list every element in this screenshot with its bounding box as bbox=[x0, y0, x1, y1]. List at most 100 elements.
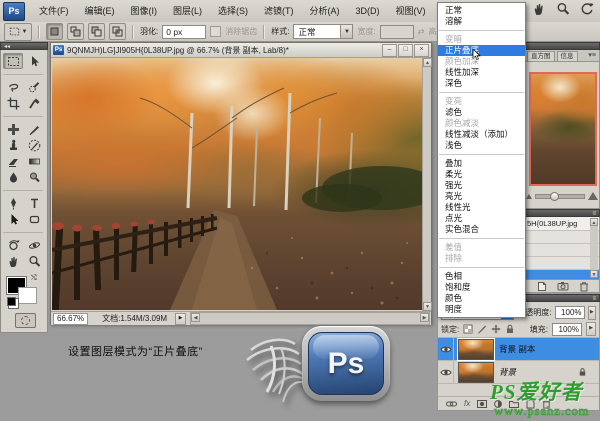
blend-mode-option[interactable]: 正常 bbox=[438, 5, 525, 16]
rotate-view-icon[interactable] bbox=[580, 2, 594, 16]
menubar-item-2[interactable]: 图像(I) bbox=[123, 6, 166, 16]
antialias-checkbox[interactable] bbox=[210, 26, 221, 37]
tool-preset-picker[interactable]: ▼ bbox=[4, 23, 32, 41]
blend-mode-option[interactable]: 强光 bbox=[438, 180, 525, 191]
crop-tool[interactable] bbox=[3, 95, 23, 111]
zoom-slider-track[interactable] bbox=[535, 194, 585, 199]
menubar-item-6[interactable]: 分析(A) bbox=[302, 6, 348, 16]
visibility-eye-icon[interactable] bbox=[438, 361, 454, 383]
layer-thumbnail[interactable] bbox=[458, 362, 494, 383]
3d-orbit-tool[interactable] bbox=[24, 237, 44, 253]
path-select-tool[interactable] bbox=[3, 211, 23, 227]
brush-tool[interactable] bbox=[24, 121, 44, 137]
blend-mode-option[interactable]: 溶解 bbox=[438, 16, 525, 27]
blend-mode-option[interactable]: 线性加深 bbox=[438, 67, 525, 78]
blend-mode-option[interactable]: 正片叠底 bbox=[438, 45, 525, 56]
document-titlebar[interactable]: Ps 9QNMJH)LG]JI905H{0L38UP.jpg @ 66.7% (… bbox=[51, 43, 431, 58]
lock-position-icon[interactable] bbox=[491, 324, 501, 334]
fill-value[interactable]: 100% bbox=[552, 323, 582, 336]
zoom-slider-thumb[interactable] bbox=[550, 192, 559, 201]
zoom-out-mountain-icon[interactable] bbox=[526, 194, 532, 199]
selection-mode-new-button[interactable] bbox=[46, 23, 63, 40]
tab-histogram[interactable]: 直方图 bbox=[527, 51, 555, 61]
toolbar-collapse-button[interactable]: ◂◂ bbox=[0, 42, 48, 50]
background-color-swatch[interactable] bbox=[18, 287, 37, 304]
history-scrollbar[interactable]: ▲ ▼ bbox=[590, 218, 598, 278]
eraser-tool[interactable] bbox=[3, 153, 23, 169]
blend-mode-option[interactable]: 线性减淡（添加） bbox=[438, 129, 525, 140]
menubar-item-7[interactable]: 3D(D) bbox=[348, 6, 388, 16]
menubar-item-8[interactable]: 视图(V) bbox=[388, 6, 434, 16]
blend-mode-option[interactable]: 线性光 bbox=[438, 202, 525, 213]
photo-canvas[interactable] bbox=[52, 58, 423, 310]
blend-mode-option[interactable]: 滤色 bbox=[438, 107, 525, 118]
layer-row-background-copy[interactable]: 背景 副本 bbox=[438, 338, 599, 361]
3d-rotate-tool[interactable] bbox=[3, 237, 23, 253]
scroll-right-icon[interactable]: ▶ bbox=[420, 313, 429, 322]
menubar-item-3[interactable]: 图层(L) bbox=[165, 6, 210, 16]
maximize-button[interactable]: □ bbox=[398, 44, 413, 57]
navigator-preview[interactable] bbox=[529, 72, 597, 186]
blend-mode-option[interactable]: 亮光 bbox=[438, 191, 525, 202]
quick-mask-button[interactable] bbox=[15, 313, 36, 328]
pen-tool[interactable] bbox=[3, 195, 23, 211]
minimize-button[interactable]: – bbox=[382, 44, 397, 57]
layer-thumbnail[interactable] bbox=[458, 339, 494, 360]
blend-mode-option[interactable]: 明度 bbox=[438, 304, 525, 315]
type-tool[interactable] bbox=[24, 195, 44, 211]
menubar-item-4[interactable]: 选择(S) bbox=[210, 6, 256, 16]
hand-tool[interactable] bbox=[3, 253, 23, 269]
move-tool[interactable] bbox=[24, 53, 44, 69]
zoom-tool[interactable] bbox=[24, 253, 44, 269]
opacity-slider-button[interactable]: ▶ bbox=[588, 306, 596, 320]
zoom-level-input[interactable]: 66.67% bbox=[53, 313, 88, 325]
lock-transparency-icon[interactable] bbox=[463, 324, 473, 334]
menubar-item-5[interactable]: 滤镜(T) bbox=[256, 6, 302, 16]
blend-mode-option[interactable]: 实色混合 bbox=[438, 224, 525, 235]
tab-info[interactable]: 信息 bbox=[557, 51, 578, 61]
default-colors-icon[interactable] bbox=[7, 297, 16, 306]
close-button[interactable]: × bbox=[414, 44, 429, 57]
opacity-value[interactable]: 100% bbox=[555, 306, 585, 319]
lasso-tool[interactable] bbox=[3, 79, 23, 95]
link-layers-icon[interactable] bbox=[446, 400, 457, 408]
layer-mask-icon[interactable] bbox=[477, 400, 487, 408]
new-document-from-state-icon[interactable] bbox=[537, 281, 547, 292]
scroll-down-icon[interactable]: ▼ bbox=[423, 302, 432, 311]
zoom-tool-icon[interactable] bbox=[556, 2, 570, 16]
menubar-item-0[interactable]: 文件(F) bbox=[31, 6, 77, 16]
visibility-eye-icon[interactable] bbox=[438, 338, 454, 360]
zoom-in-mountain-icon[interactable] bbox=[588, 192, 598, 200]
hand-tool-icon[interactable] bbox=[532, 2, 546, 16]
selection-mode-subtract-button[interactable] bbox=[88, 23, 105, 40]
blur-tool[interactable] bbox=[3, 169, 23, 185]
blend-mode-option[interactable]: 饱和度 bbox=[438, 282, 525, 293]
selection-mode-intersect-button[interactable] bbox=[109, 23, 126, 40]
blend-mode-option[interactable]: 深色 bbox=[438, 78, 525, 89]
swap-colors-icon[interactable]: ⤭ bbox=[31, 275, 37, 283]
new-snapshot-camera-icon[interactable] bbox=[557, 281, 569, 291]
scroll-up-icon[interactable]: ▲ bbox=[423, 58, 432, 67]
style-combo[interactable]: 正常 ▼ bbox=[293, 24, 353, 39]
fill-slider-button[interactable]: ▶ bbox=[586, 322, 596, 336]
layer-style-fx-icon[interactable]: fx bbox=[464, 399, 470, 408]
blend-mode-option[interactable]: 叠加 bbox=[438, 158, 525, 169]
blend-mode-option[interactable]: 点光 bbox=[438, 213, 525, 224]
selection-mode-add-button[interactable] bbox=[67, 23, 84, 40]
blend-mode-option[interactable]: 柔光 bbox=[438, 169, 525, 180]
dodge-tool[interactable] bbox=[24, 169, 44, 185]
history-brush-tool[interactable] bbox=[24, 137, 44, 153]
feather-input[interactable]: 0 px bbox=[162, 25, 206, 39]
menubar-item-1[interactable]: 编辑(E) bbox=[77, 6, 123, 16]
status-options-button[interactable]: ▶ bbox=[175, 313, 186, 325]
lock-all-icon[interactable] bbox=[505, 324, 515, 334]
rect-marquee-tool[interactable] bbox=[3, 53, 23, 69]
quick-select-tool[interactable] bbox=[24, 79, 44, 95]
panel-menu-icon[interactable]: ▾≡ bbox=[588, 52, 596, 60]
gradient-tool[interactable] bbox=[24, 153, 44, 169]
scroll-up-icon[interactable]: ▲ bbox=[590, 218, 598, 226]
clone-stamp-tool[interactable] bbox=[3, 137, 23, 153]
eyedropper-tool[interactable] bbox=[24, 95, 44, 111]
scroll-down-icon[interactable]: ▼ bbox=[590, 270, 598, 278]
lock-pixels-brush-icon[interactable] bbox=[477, 324, 487, 334]
